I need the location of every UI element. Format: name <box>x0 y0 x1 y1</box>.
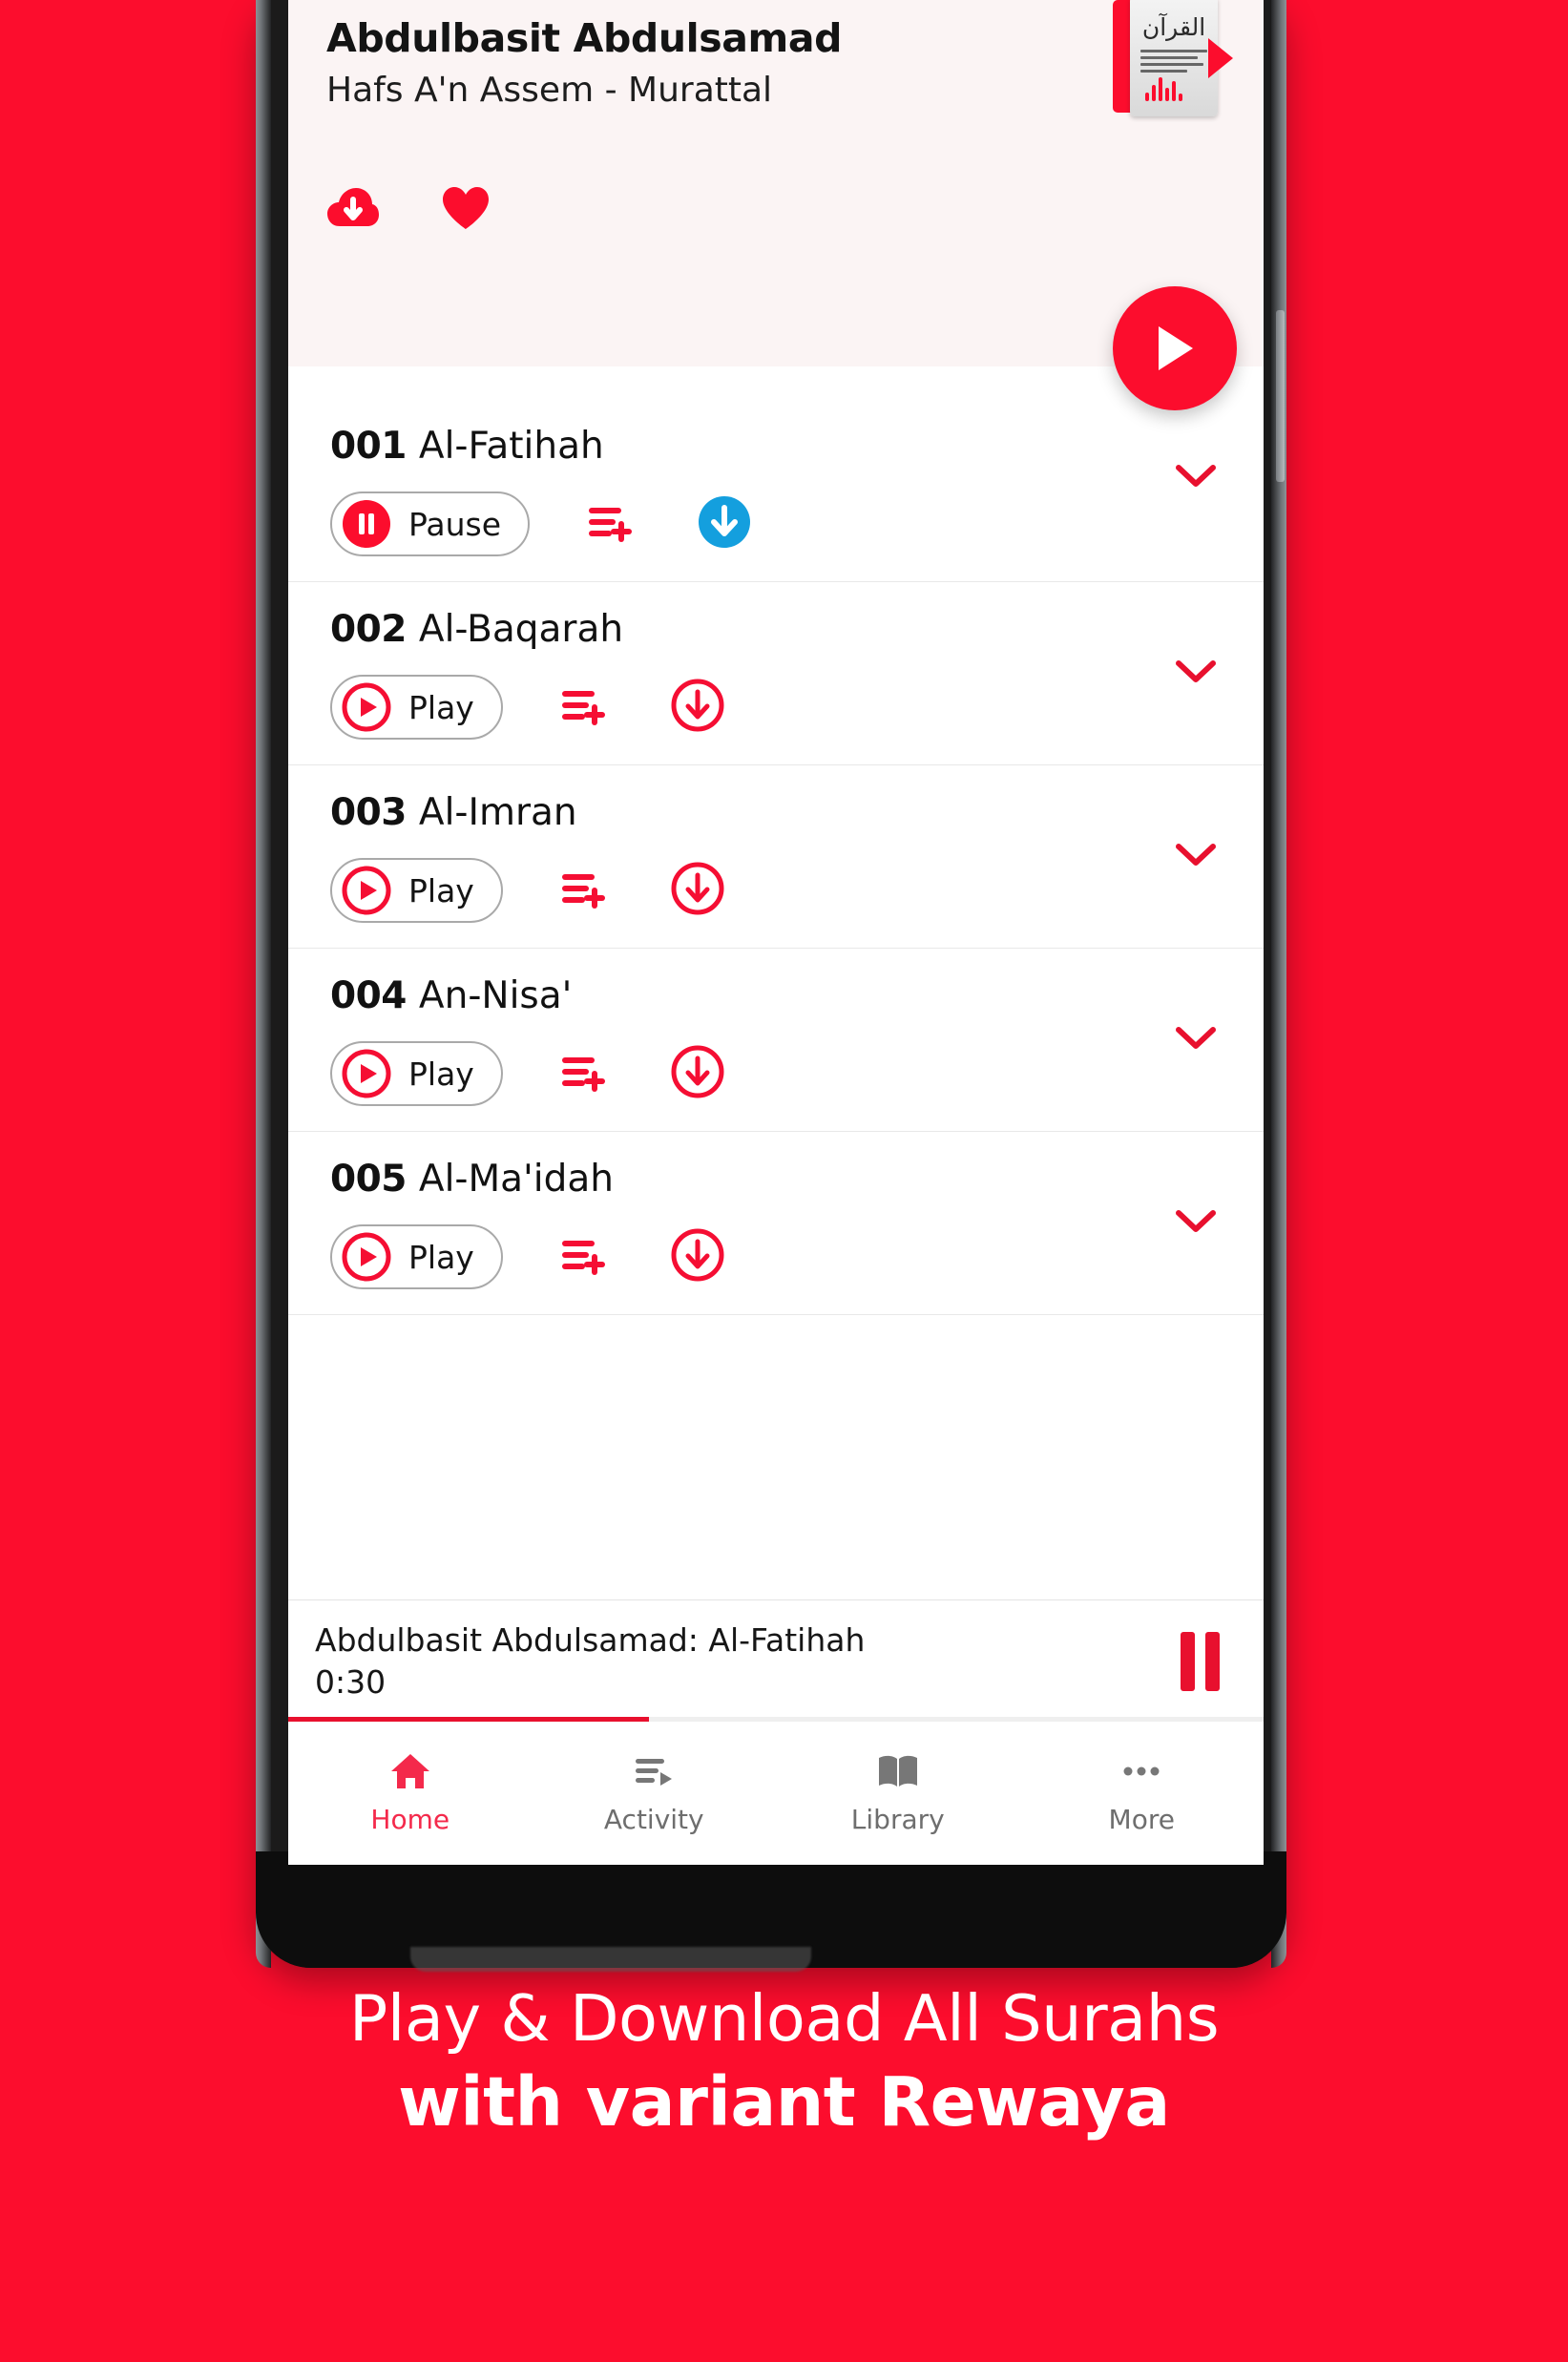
surah-controls: Play <box>288 1041 1264 1106</box>
surah-name: Al-Fatihah <box>418 425 604 468</box>
nav-label: Home <box>370 1804 450 1835</box>
promo-line-1: Play & Download All Surahs <box>348 1981 1220 2056</box>
nav-label: Library <box>850 1804 945 1835</box>
mini-player-title: Abdulbasit Abdulsamad: Al-Fatihah <box>315 1620 866 1659</box>
action-label: Play <box>408 1055 474 1093</box>
action-label: Pause <box>408 505 502 543</box>
download-circle-icon[interactable] <box>671 862 724 919</box>
playlist-add-icon[interactable] <box>560 867 612 914</box>
phone-side-button[interactable] <box>1276 310 1285 482</box>
nav-label: More <box>1108 1804 1175 1835</box>
heart-icon[interactable] <box>441 185 491 235</box>
surah-row[interactable]: 001 Al-Fatihah Pause <box>288 366 1264 582</box>
expand-chevron-icon[interactable] <box>1176 1026 1216 1055</box>
download-circle-icon[interactable] <box>671 1228 724 1286</box>
bottom-navigation: Home Activity Library More <box>288 1722 1264 1865</box>
phone-screen: Abdulbasit Abdulsamad Hafs A'n Assem - M… <box>288 0 1264 1865</box>
playlist-add-icon[interactable] <box>560 1233 612 1281</box>
header-action-icons <box>326 185 491 235</box>
home-icon <box>390 1754 429 1788</box>
promo-caption: Play & Download All Surahs with variant … <box>0 1981 1568 2143</box>
surah-list: 001 Al-Fatihah Pause 002 Al-Baqarah Play… <box>288 366 1264 1315</box>
surah-controls: Play <box>288 858 1264 923</box>
play-icon <box>342 866 391 915</box>
more-dots-icon <box>1123 1766 1160 1776</box>
surah-name: Al-Imran <box>418 791 577 834</box>
nav-item-more[interactable]: More <box>1020 1751 1265 1835</box>
album-art-arabic-text: القرآن <box>1141 13 1206 41</box>
play-icon <box>342 1049 391 1098</box>
mini-player-elapsed: 0:30 <box>315 1663 387 1702</box>
surah-controls: Pause <box>288 491 1264 556</box>
mini-player-info: Abdulbasit Abdulsamad: Al-Fatihah 0:30 <box>315 1621 1181 1701</box>
expand-chevron-icon[interactable] <box>1176 843 1216 871</box>
action-label: Play <box>408 1238 474 1276</box>
waveform-icon <box>1145 76 1182 101</box>
play-button[interactable]: Play <box>330 1041 503 1106</box>
surah-title: 005 Al-Ma'idah <box>288 1160 1264 1198</box>
quran-album-art: القرآن <box>1113 0 1233 116</box>
play-button[interactable]: Play <box>330 675 503 740</box>
play-button[interactable]: Play <box>330 1224 503 1289</box>
phone-bezel-left <box>256 0 271 1968</box>
play-all-button[interactable] <box>1113 286 1237 410</box>
surah-number: 001 <box>330 425 407 468</box>
book-library-icon <box>878 1755 917 1787</box>
play-icon <box>342 682 391 732</box>
surah-number: 003 <box>330 791 407 834</box>
surah-number: 002 <box>330 608 407 651</box>
expand-chevron-icon[interactable] <box>1176 464 1216 492</box>
surah-name: An-Nisa' <box>418 974 573 1017</box>
surah-title: 002 Al-Baqarah <box>288 611 1264 648</box>
rewaya-label: Hafs A'n Assem - Murattal <box>326 70 773 110</box>
download-circle-icon[interactable] <box>698 495 751 553</box>
playlist-add-icon[interactable] <box>560 683 612 731</box>
surah-title: 001 Al-Fatihah <box>288 428 1264 465</box>
playlist-add-icon[interactable] <box>560 1050 612 1097</box>
playlist-add-icon[interactable] <box>587 500 638 548</box>
cloud-download-icon[interactable] <box>326 186 380 234</box>
action-label: Play <box>408 871 474 909</box>
nav-item-activity[interactable]: Activity <box>533 1751 777 1835</box>
surah-name: Al-Ma'idah <box>418 1158 614 1201</box>
surah-row[interactable]: 002 Al-Baqarah Play <box>288 582 1264 765</box>
surah-row[interactable]: 005 Al-Ma'idah Play <box>288 1132 1264 1315</box>
surah-name: Al-Baqarah <box>418 608 624 651</box>
surah-controls: Play <box>288 1224 1264 1289</box>
promo-line-2: with variant Rewaya <box>398 2062 1170 2143</box>
expand-chevron-icon[interactable] <box>1176 659 1216 688</box>
action-label: Play <box>408 688 474 726</box>
play-button[interactable]: Play <box>330 858 503 923</box>
download-circle-icon[interactable] <box>671 679 724 736</box>
expand-chevron-icon[interactable] <box>1176 1209 1216 1238</box>
mini-player-bar[interactable]: Abdulbasit Abdulsamad: Al-Fatihah 0:30 <box>288 1599 1264 1722</box>
download-circle-icon[interactable] <box>671 1045 724 1102</box>
surah-number: 004 <box>330 974 407 1017</box>
reciter-header: Abdulbasit Abdulsamad Hafs A'n Assem - M… <box>288 0 1264 410</box>
surah-title: 004 An-Nisa' <box>288 977 1264 1014</box>
pause-button[interactable]: Pause <box>330 491 531 556</box>
surah-title: 003 Al-Imran <box>288 794 1264 831</box>
nav-item-library[interactable]: Library <box>776 1751 1020 1835</box>
play-icon <box>342 1232 391 1282</box>
mini-player-pause-button[interactable] <box>1181 1631 1225 1691</box>
surah-number: 005 <box>330 1158 407 1201</box>
nav-item-home[interactable]: Home <box>288 1751 533 1835</box>
surah-row[interactable]: 004 An-Nisa' Play <box>288 949 1264 1132</box>
reciter-name: Abdulbasit Abdulsamad <box>326 15 843 61</box>
surah-controls: Play <box>288 675 1264 740</box>
nav-label: Activity <box>603 1804 704 1835</box>
phone-bottom-reflection <box>410 1947 811 1972</box>
phone-bezel-right <box>1271 0 1286 1968</box>
pause-icon <box>343 500 390 548</box>
surah-row[interactable]: 003 Al-Imran Play <box>288 765 1264 949</box>
activity-playlist-icon <box>636 1759 673 1786</box>
